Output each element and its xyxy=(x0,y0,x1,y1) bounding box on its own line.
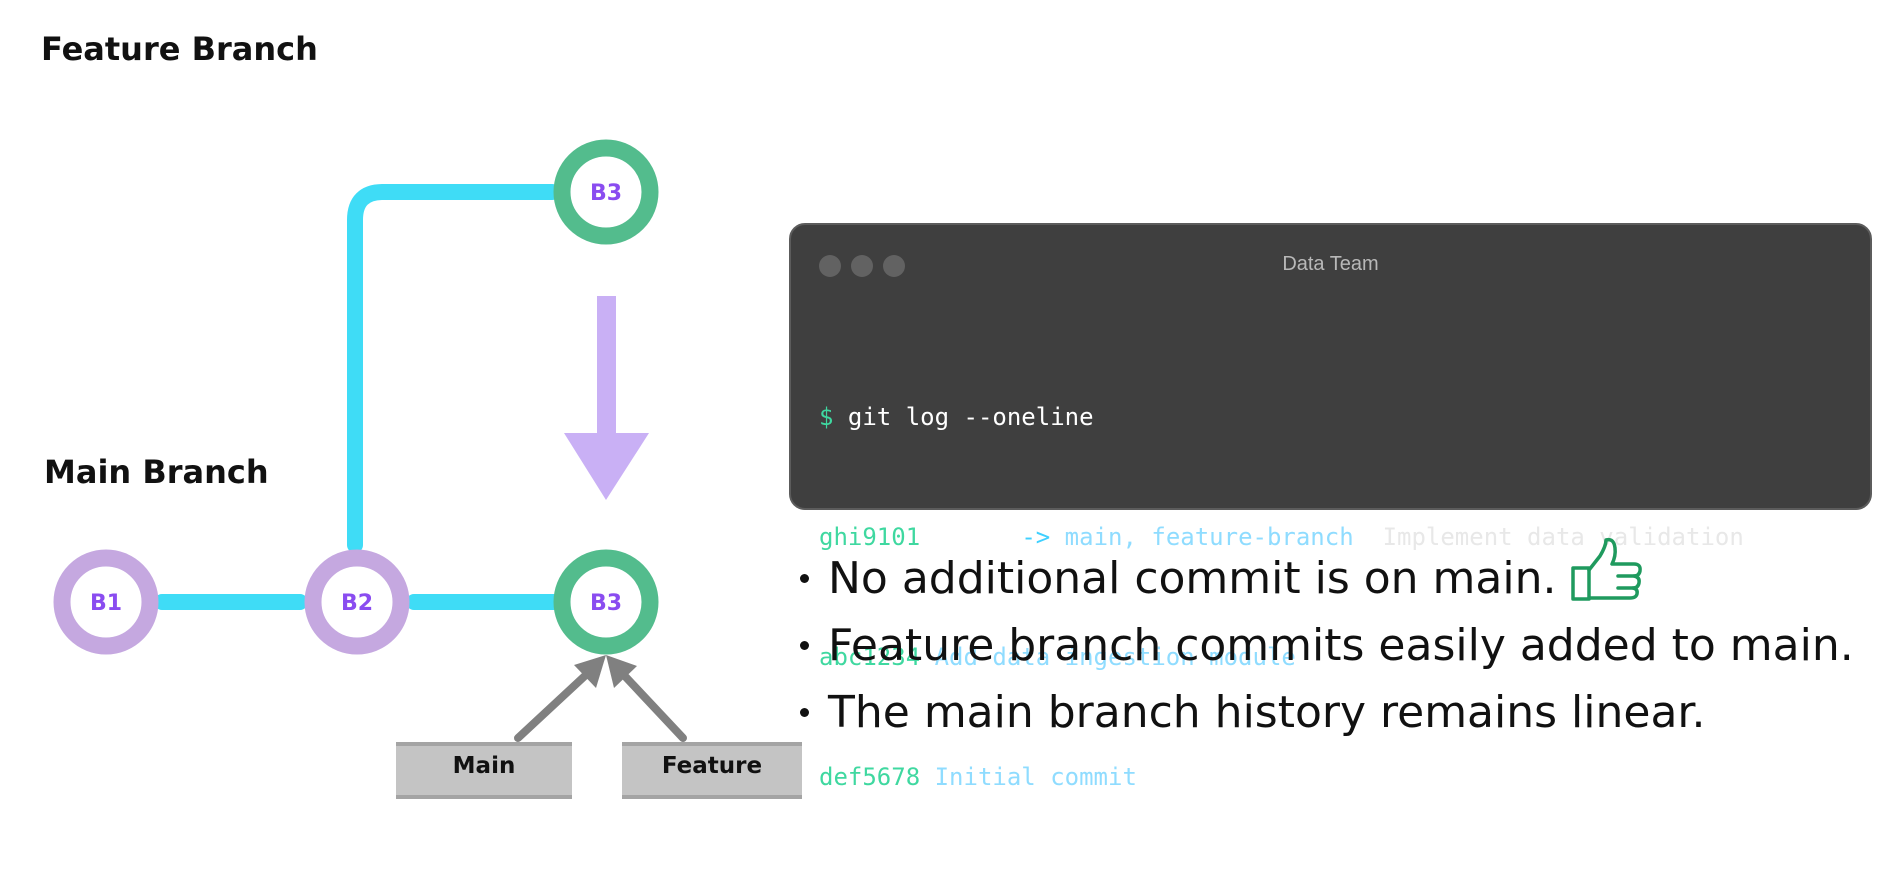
main-ref-box: Main xyxy=(396,742,572,799)
bullet-item: Feature branch commits easily added to m… xyxy=(800,612,1854,679)
feature-branch-line xyxy=(347,184,560,553)
log-line: def5678 Initial commit xyxy=(819,757,1744,797)
feature-ref-label: Feature xyxy=(662,753,762,779)
terminal-window: Data Team $ git log --oneline ghi9101 (H… xyxy=(789,223,1872,791)
bullet-dot-icon xyxy=(800,708,809,717)
bullet-text: The main branch history remains linear. xyxy=(828,687,1706,738)
commit-message: Initial commit xyxy=(934,763,1137,791)
command-text: git log --oneline xyxy=(847,403,1094,431)
commit-b1: B1 xyxy=(53,549,159,655)
commit-hash: def5678 xyxy=(819,763,921,791)
thumbs-up-icon xyxy=(1570,536,1644,621)
merge-arrow xyxy=(564,296,649,500)
commit-b1-label: B1 xyxy=(90,591,122,616)
terminal-title: Data Team xyxy=(1282,253,1379,275)
terminal-title-bar: Data Team xyxy=(791,225,1870,287)
bullet-item: The main branch history remains linear. xyxy=(800,679,1854,746)
command-line: $ git log --oneline xyxy=(819,397,1744,437)
main-ref-pointer xyxy=(514,655,606,742)
commit-b3-main-label: B3 xyxy=(590,591,622,616)
feature-ref-box: Feature xyxy=(622,742,802,799)
bullet-text: Feature branch commits easily added to m… xyxy=(828,620,1854,671)
commit-b3-feature-label: B3 xyxy=(590,181,622,206)
main-ref-label: Main xyxy=(453,753,516,779)
commit-b2: B2 xyxy=(304,549,410,655)
feature-ref-pointer xyxy=(606,655,687,742)
bullet-item: No additional commit is on main. xyxy=(800,537,1854,612)
prompt-symbol: $ xyxy=(819,403,834,431)
commit-b3-feature: B3 xyxy=(553,139,659,245)
commit-b2-label: B2 xyxy=(341,591,373,616)
commit-b3-main: B3 xyxy=(553,549,659,655)
bullet-dot-icon xyxy=(800,574,809,583)
bullet-text: No additional commit is on main. xyxy=(828,553,1557,604)
bullet-list: No additional commit is on main. Feature… xyxy=(800,537,1854,746)
bullet-dot-icon xyxy=(800,641,809,650)
